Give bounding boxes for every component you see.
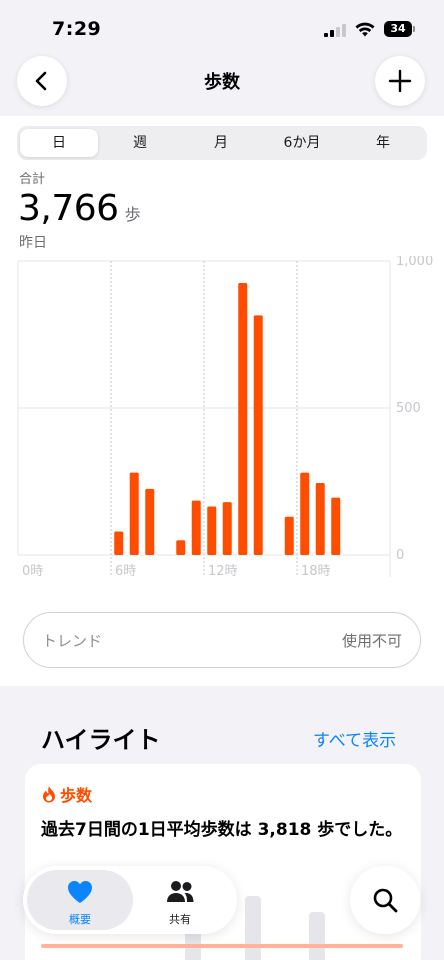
chart-bar	[300, 472, 310, 555]
tab-summary[interactable]: 概要	[27, 870, 133, 930]
chart-bar	[222, 502, 232, 555]
time-range-segmented-control: 日 週 月 6か月 年	[17, 126, 427, 160]
trend-value: 使用不可	[341, 632, 402, 650]
mini-chart-bar	[309, 912, 325, 960]
chart-bar	[284, 516, 294, 555]
plus-icon	[388, 69, 412, 93]
date-label: 昨日	[19, 235, 47, 251]
chart-x-tick-label: 0時	[22, 564, 43, 579]
highlight-summary-text: 過去7日間の1日平均歩数は 3,818 歩でした。	[41, 820, 403, 840]
mini-chart-bar	[245, 896, 261, 960]
trend-label: トレンド	[42, 632, 103, 650]
navigation-bar: 歩数	[0, 54, 444, 114]
tab-bar: 概要 共有	[23, 866, 237, 934]
highlight-tag: 歩数	[41, 782, 92, 806]
tab-sharing-label: 共有	[169, 913, 191, 926]
search-button[interactable]	[350, 866, 420, 934]
chart-bar	[176, 540, 186, 555]
chart-y-tick-label: 1,000	[396, 256, 433, 269]
tab-sharing[interactable]: 共有	[127, 870, 233, 930]
highlights-heading: ハイライト	[41, 726, 161, 754]
segment-month[interactable]: 月	[182, 129, 260, 157]
steps-chart-card: 日 週 月 6か月 年 合計 3,766 歩 昨日 1,000 500 0 0時 6時 12…	[0, 116, 444, 686]
total-steps-value: 3,766 歩	[18, 188, 141, 229]
wifi-icon	[355, 22, 375, 37]
search-icon	[373, 888, 398, 913]
chart-x-tick-label: 6時	[115, 564, 136, 579]
segment-year[interactable]: 年	[344, 129, 422, 157]
chart-x-tick-label: 12時	[208, 564, 238, 579]
hourly-steps-chart[interactable]: 1,000 500 0 0時 6時 12時 18時	[0, 256, 444, 586]
flame-icon	[43, 786, 55, 803]
highlight-average-line	[41, 944, 403, 948]
total-steps-unit: 歩	[124, 205, 141, 224]
chart-bar	[253, 315, 263, 555]
chart-bar	[145, 488, 155, 555]
show-all-link[interactable]: すべて表示	[313, 726, 396, 751]
chart-bar	[331, 497, 341, 555]
chart-x-tick-label: 18時	[301, 564, 331, 579]
chart-bar	[114, 531, 124, 555]
chart-bar	[207, 506, 217, 555]
tab-summary-label: 概要	[69, 913, 91, 926]
segment-six-months[interactable]: 6か月	[263, 129, 341, 157]
cellular-signal-icon	[324, 24, 346, 37]
highlight-tag-label: 歩数	[60, 786, 93, 805]
chart-y-tick-label: 500	[396, 401, 421, 416]
add-data-button[interactable]	[375, 56, 425, 106]
chart-bar	[238, 283, 248, 555]
segment-week[interactable]: 週	[101, 129, 179, 157]
chart-y-tick-label: 0	[396, 548, 404, 563]
chart-bar	[129, 472, 139, 555]
battery-icon: 34	[384, 21, 415, 37]
total-label: 合計	[19, 172, 46, 187]
heart-icon	[68, 881, 92, 903]
trend-row[interactable]: トレンド 使用不可	[23, 612, 421, 668]
status-bar: 7:29 34	[0, 0, 444, 54]
total-steps-number: 3,766	[18, 188, 119, 229]
status-time: 7:29	[52, 18, 102, 40]
chart-bar	[191, 500, 201, 555]
chart-bar	[315, 482, 325, 555]
people-icon	[167, 881, 194, 902]
segment-day[interactable]: 日	[20, 129, 98, 157]
